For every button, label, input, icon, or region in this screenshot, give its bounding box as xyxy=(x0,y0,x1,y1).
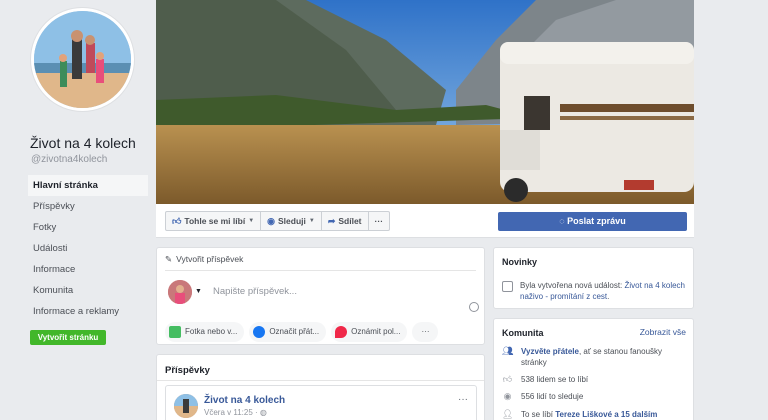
sidebar-item-about[interactable]: Informace xyxy=(28,259,148,280)
profile-photo-image xyxy=(34,11,131,108)
share-arrow-icon: ➦ xyxy=(327,216,336,226)
more-label: ··· xyxy=(421,327,430,336)
rss-icon: ◉ xyxy=(503,391,512,401)
post-text-input[interactable]: Napište příspěvek... xyxy=(213,286,297,297)
chevron-down-icon: ▼ xyxy=(308,218,315,224)
more-composer-options-button[interactable]: ··· xyxy=(412,322,439,342)
page-name[interactable]: Život na 4 kolech xyxy=(30,135,136,151)
photo-video-label: Fotka nebo v... xyxy=(185,327,238,336)
post-timestamp[interactable]: Včera v 11:25 · ◍ xyxy=(204,408,267,417)
news-card: Novinky Byla vytvořena nová událost: Živ… xyxy=(493,247,694,309)
page-nav: Hlavní stránka Příspěvky Fotky Události … xyxy=(28,175,148,322)
post-options-icon[interactable]: ··· xyxy=(458,394,468,405)
photo-video-button[interactable]: Fotka nebo v... xyxy=(165,322,245,342)
share-label: Sdílet xyxy=(338,216,362,226)
chevron-down-icon[interactable]: ▼ xyxy=(195,288,202,295)
send-message-label: Poslat zprávu xyxy=(567,216,626,226)
friends-like-row: 👤︎ To se líbí Tereze Liškové a 15 dalším xyxy=(502,409,687,420)
create-post-card: ✎ Vytvořit příspěvek ▼ Napište příspěvek… xyxy=(156,247,485,345)
post-time-text: Včera v 11:25 · xyxy=(204,408,260,417)
news-item: Byla vytvořena nová událost: Život na 4 … xyxy=(502,280,687,302)
likes-count: 538 lidem se to líbí xyxy=(521,375,589,384)
share-button[interactable]: ➦ Sdílet xyxy=(322,212,369,230)
calendar-icon xyxy=(502,281,513,292)
page-action-bar: 👍︎ Tohle se mi líbí ▼ ◉ Sleduji ▼ ➦ Sdíl… xyxy=(156,204,694,238)
follow-label: Sleduji xyxy=(278,216,306,226)
emoji-icon[interactable] xyxy=(469,302,479,312)
avatar-image xyxy=(168,280,192,304)
sidebar-item-photos[interactable]: Fotky xyxy=(28,217,148,238)
friends-like-text: To se líbí Tereze Liškové a 15 dalším xyxy=(521,409,657,420)
send-message-button[interactable]: ◌ Poslat zprávu xyxy=(498,212,687,231)
left-column: Život na 4 kolech @zivotna4kolech Hlavní… xyxy=(0,0,156,420)
like-button[interactable]: 👍︎ Tohle se mi líbí ▼ xyxy=(166,212,262,230)
sidebar-item-events[interactable]: Události xyxy=(28,238,148,259)
location-pin-icon xyxy=(335,326,348,338)
check-in-button[interactable]: Oznámit pol... xyxy=(331,322,408,342)
photo-icon xyxy=(169,326,181,338)
like-label: Tohle se mi líbí xyxy=(184,216,246,226)
cover-photo-image xyxy=(156,0,694,204)
show-all-link[interactable]: Zobrazit vše xyxy=(640,327,686,337)
invite-text: Vyzvěte přátele, ať se stanou fanoušky s… xyxy=(521,346,687,368)
tag-friends-label: Označit přát... xyxy=(269,327,320,336)
friends-icon: 👤︎ xyxy=(502,409,514,419)
page-handle[interactable]: @zivotna4kolech xyxy=(31,154,107,165)
followers-row: ◉ 556 lidí to sleduje xyxy=(502,391,687,402)
avatar-image xyxy=(174,394,198,418)
avatar[interactable] xyxy=(168,280,192,304)
post-author-link[interactable]: Život na 4 kolech xyxy=(204,395,285,406)
news-text-prefix: Byla vytvořena nová událost: xyxy=(520,281,625,290)
thumbs-up-icon: 👍︎ xyxy=(502,374,513,384)
friends-prefix: To se líbí xyxy=(521,410,556,419)
invite-friends-icon: 👥︎ xyxy=(502,346,514,356)
news-title: Novinky xyxy=(502,257,538,267)
posts-title: Příspěvky xyxy=(157,355,484,381)
likes-row: 👍︎ 538 lidem se to líbí xyxy=(502,374,687,385)
tag-friends-button[interactable]: Označit přát... xyxy=(249,322,327,342)
avatar[interactable] xyxy=(174,394,198,418)
community-card: Komunita Zobrazit vše 👥︎ Vyzvěte přátele… xyxy=(493,318,694,420)
globe-icon: ◍ xyxy=(259,408,267,417)
create-post-header[interactable]: ✎ Vytvořit příspěvek xyxy=(165,248,476,271)
sidebar-item-posts[interactable]: Příspěvky xyxy=(28,196,148,217)
pencil-icon: ✎ xyxy=(165,253,173,264)
posts-card: Příspěvky Život na 4 kolech Včera v 11:2… xyxy=(156,354,485,420)
invite-friends-link[interactable]: Vyzvěte přátele xyxy=(521,347,579,356)
chevron-down-icon: ▼ xyxy=(248,218,255,224)
more-label: ··· xyxy=(374,216,384,226)
post-item: Život na 4 kolech Včera v 11:25 · ◍ ··· xyxy=(165,385,477,420)
news-text-suffix: . xyxy=(607,292,610,301)
followers-count: 556 lidí to sleduje xyxy=(521,392,584,401)
create-post-title: Vytvořit příspěvek xyxy=(176,253,244,264)
messenger-icon: ◌ xyxy=(559,216,565,226)
thumbs-up-icon: 👍︎ xyxy=(172,216,182,226)
check-in-label: Oznámit pol... xyxy=(351,327,401,336)
sidebar-item-info-and-ads[interactable]: Informace a reklamy xyxy=(28,301,148,322)
news-text: Byla vytvořena nová událost: Život na 4 … xyxy=(520,280,687,302)
tag-friends-icon xyxy=(253,326,266,338)
page-profile-picture[interactable] xyxy=(31,8,134,111)
composer-actions: Fotka nebo v... Označit přát... Oznámit … xyxy=(165,322,439,342)
action-button-group: 👍︎ Tohle se mi líbí ▼ ◉ Sleduji ▼ ➦ Sdíl… xyxy=(165,211,391,231)
follow-button[interactable]: ◉ Sleduji ▼ xyxy=(261,212,322,230)
sidebar-item-home[interactable]: Hlavní stránka xyxy=(28,175,148,196)
create-page-button[interactable]: Vytvořit stránku xyxy=(30,330,106,345)
invite-friends-row: 👥︎ Vyzvěte přátele, ať se stanou fanoušk… xyxy=(502,346,687,368)
rss-icon: ◉ xyxy=(267,216,275,226)
cover-photo[interactable] xyxy=(156,0,694,204)
more-options-button[interactable]: ··· xyxy=(369,212,390,230)
sidebar-item-community[interactable]: Komunita xyxy=(28,280,148,301)
friends-link[interactable]: Tereze Liškové a 15 dalším xyxy=(555,410,657,419)
